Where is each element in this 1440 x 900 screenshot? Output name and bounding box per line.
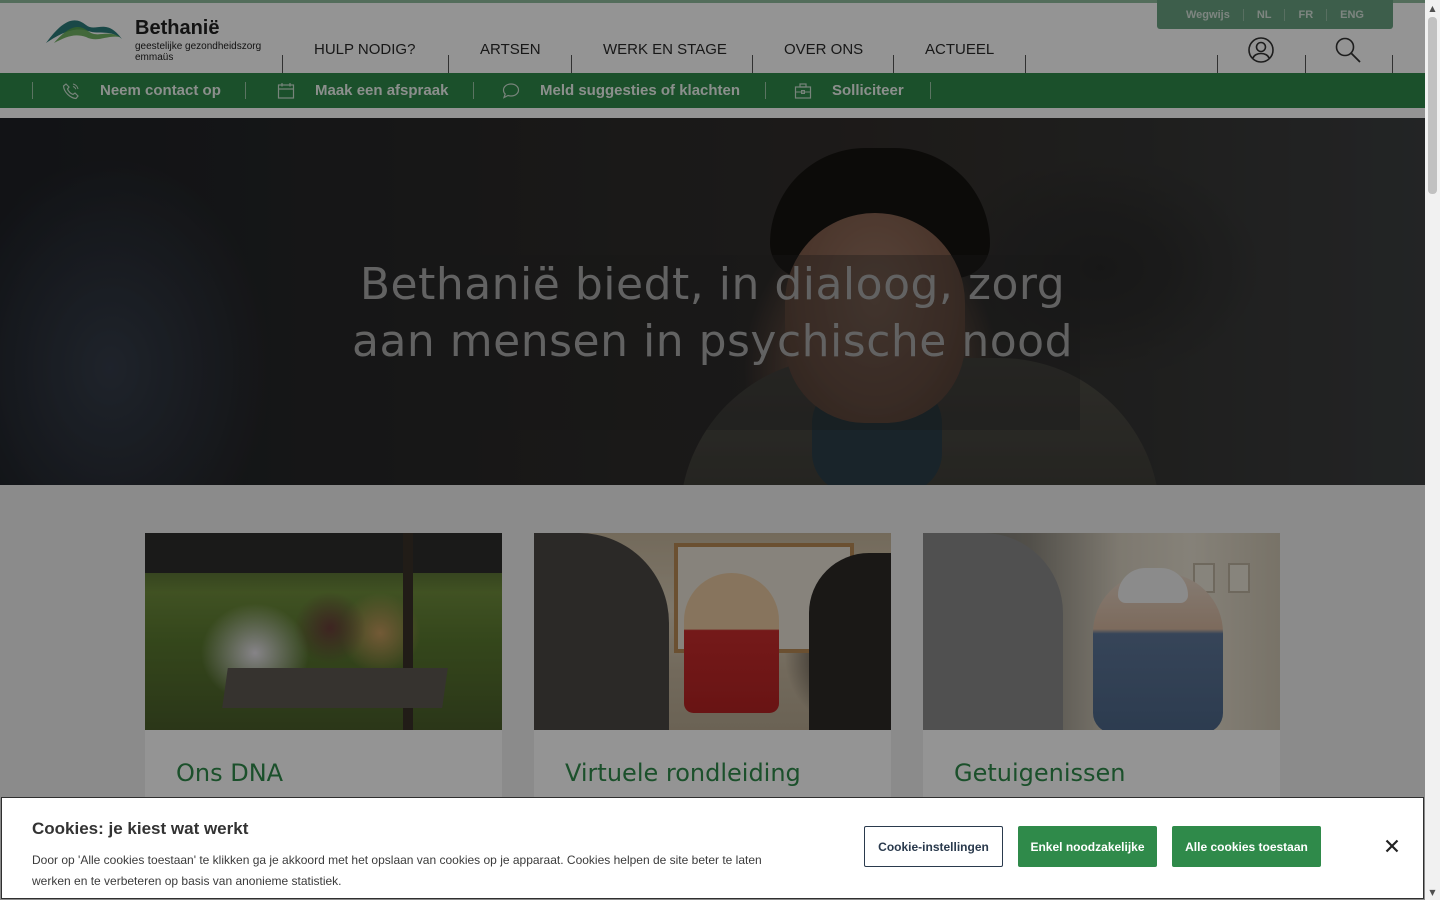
scroll-down-arrow-icon[interactable]: ▼ [1425,884,1440,900]
cookie-banner: Cookies: je kiest wat werkt Door op 'All… [1,797,1424,899]
cookie-close-button[interactable] [1380,834,1404,858]
scroll-up-arrow-icon[interactable]: ▲ [1425,0,1440,16]
cookie-description: Door op 'Alle cookies toestaan' te klikk… [32,853,762,888]
cookie-title: Cookies: je kiest wat werkt [32,819,249,838]
cookie-necessary-button[interactable]: Enkel noodzakelijke [1018,826,1157,867]
modal-backdrop [0,0,1425,900]
page: Bethanië geestelijke gezondheidszorg emm… [0,0,1425,900]
close-icon [1385,839,1399,853]
cookie-settings-button[interactable]: Cookie-instellingen [864,826,1003,867]
scrollbar-thumb[interactable] [1428,17,1437,194]
cookie-accept-all-button[interactable]: Alle cookies toestaan [1172,826,1321,867]
page-scrollbar[interactable]: ▲ ▼ [1425,0,1440,900]
